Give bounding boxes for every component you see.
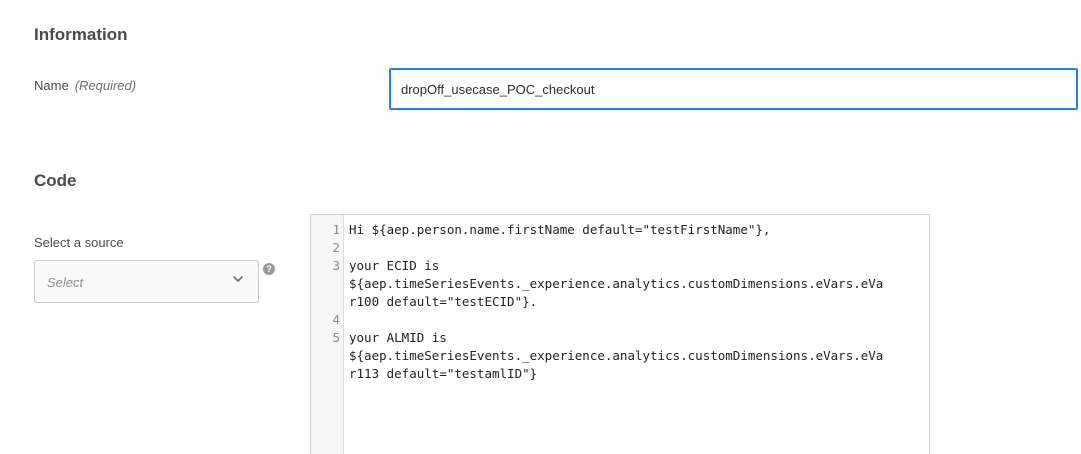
code-line-text: ${aep.timeSeriesEvents._experience.analy…	[349, 276, 884, 291]
code-offer-form: Information Name (Required) Code Select a…	[0, 0, 1081, 454]
chevron-down-icon	[233, 276, 243, 282]
select-source-label: Select a source	[34, 235, 124, 250]
code-editor[interactable]: 1 Hi ${aep.person.name.firstName default=…	[310, 214, 930, 454]
name-field-label: Name (Required)	[34, 78, 136, 93]
code-line[interactable]: r113 default="testamlID"}	[311, 365, 929, 383]
source-select-placeholder: Select	[47, 275, 84, 290]
line-number: 4	[332, 312, 340, 327]
code-line-text: your ECID is	[349, 258, 440, 273]
code-line[interactable]: 5 your ALMID is	[311, 329, 929, 347]
required-indicator: (Required)	[74, 78, 137, 93]
help-icon[interactable]: ?	[263, 263, 275, 275]
name-label-text: Name	[34, 78, 69, 93]
code-line-text: r100 default="testECID"}.	[349, 294, 538, 309]
information-section-title: Information	[34, 25, 128, 44]
code-line[interactable]: ${aep.timeSeriesEvents._experience.analy…	[311, 275, 929, 293]
name-input[interactable]	[389, 68, 1078, 110]
source-select[interactable]: Select	[34, 260, 259, 303]
line-number: 1	[332, 222, 340, 237]
line-number: 2	[332, 240, 340, 255]
code-line[interactable]: 1 Hi ${aep.person.name.firstName default=…	[311, 221, 929, 239]
line-number: 5	[332, 330, 340, 345]
code-section-title: Code	[34, 171, 77, 190]
code-line-text: ${aep.timeSeriesEvents._experience.analy…	[349, 348, 884, 363]
code-editor-content[interactable]: 1 Hi ${aep.person.name.firstName default=…	[311, 221, 929, 383]
code-line-text: your ALMID is	[349, 330, 447, 345]
line-number: 3	[332, 258, 340, 273]
code-line[interactable]: r100 default="testECID"}.	[311, 293, 929, 311]
code-line[interactable]: 2	[311, 239, 929, 257]
code-line-text: Hi ${aep.person.name.firstName default="…	[349, 222, 771, 237]
code-line-text: r113 default="testamlID"}	[349, 366, 538, 381]
code-line[interactable]: ${aep.timeSeriesEvents._experience.analy…	[311, 347, 929, 365]
code-line[interactable]: 4	[311, 311, 929, 329]
code-line[interactable]: 3 your ECID is	[311, 257, 929, 275]
